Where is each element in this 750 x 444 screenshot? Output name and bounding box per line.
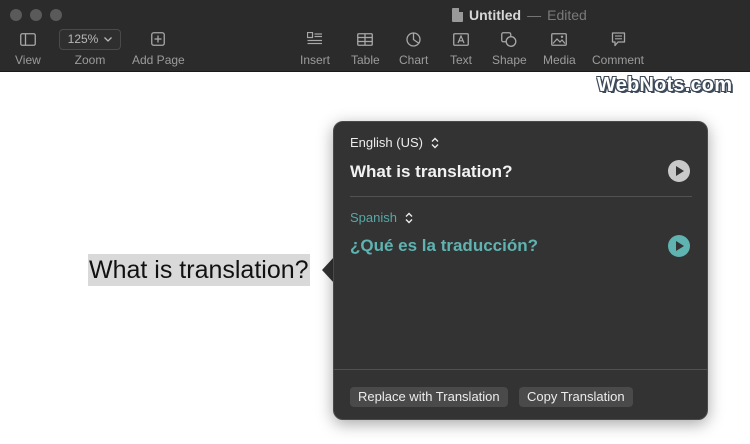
comment-label: Comment [592, 53, 645, 67]
translated-text: ¿Qué es la traducción? [350, 236, 538, 255]
zoom-window-button[interactable] [50, 9, 62, 21]
toolbar: Untitled — Edited View 125% Zoom Add Pag… [0, 0, 750, 72]
translation-popover: English (US) What is translation? Spanis… [333, 121, 708, 420]
play-translation-button[interactable] [668, 235, 690, 257]
zoom-control[interactable]: 125% Zoom [59, 28, 121, 67]
text-label: Text [450, 53, 473, 67]
source-language-label: English (US) [350, 135, 423, 150]
view-label: View [15, 53, 41, 67]
add-page-button[interactable]: Add Page [132, 30, 185, 67]
replace-with-translation-button[interactable]: Replace with Translation [350, 387, 508, 407]
source-text: What is translation? [350, 162, 513, 181]
document-icon [452, 8, 463, 22]
text-box-icon [453, 32, 469, 46]
divider [334, 369, 707, 370]
source-language-selector[interactable]: English (US) [350, 135, 439, 150]
zoom-select[interactable]: 125% [59, 28, 121, 50]
document-name[interactable]: Untitled [469, 7, 521, 23]
table-label: Table [351, 53, 380, 67]
window-title: Untitled — Edited [452, 6, 587, 24]
media-label: Media [543, 53, 576, 67]
chart-icon [406, 31, 421, 47]
minimize-window-button[interactable] [30, 9, 42, 21]
insert-label: Insert [300, 53, 331, 67]
chevron-down-icon [104, 36, 113, 42]
up-down-chevron-icon [405, 212, 413, 223]
chart-button[interactable]: Chart [399, 30, 428, 67]
shape-button[interactable]: Shape [492, 30, 527, 67]
table-button[interactable]: Table [351, 30, 380, 67]
add-page-icon [151, 32, 166, 46]
comment-icon [611, 31, 625, 46]
play-source-button[interactable] [668, 160, 690, 182]
close-window-button[interactable] [10, 9, 22, 21]
shape-label: Shape [492, 53, 527, 67]
edited-status: Edited [547, 7, 587, 23]
shape-icon [501, 31, 517, 47]
divider [350, 196, 692, 197]
photo-icon [551, 32, 568, 46]
sidebar-icon [19, 32, 36, 46]
view-button[interactable]: View [15, 30, 41, 67]
chart-label: Chart [399, 53, 429, 67]
play-icon [676, 241, 684, 251]
title-separator: — [527, 7, 542, 23]
webnots-watermark: WebNots.com [597, 74, 733, 96]
insert-icon [307, 32, 322, 45]
up-down-chevron-icon [431, 137, 439, 148]
selected-document-text[interactable]: What is translation? [88, 254, 310, 286]
insert-button[interactable]: Insert [300, 30, 330, 67]
play-icon [676, 166, 684, 176]
target-language-label: Spanish [350, 210, 397, 225]
zoom-label: Zoom [74, 53, 106, 67]
add-page-label: Add Page [132, 53, 185, 67]
comment-button[interactable]: Comment [592, 30, 644, 67]
copy-translation-button[interactable]: Copy Translation [519, 387, 633, 407]
zoom-value: 125% [67, 32, 99, 46]
text-button[interactable]: Text [450, 30, 472, 67]
target-language-selector[interactable]: Spanish [350, 210, 413, 225]
table-icon [357, 32, 374, 46]
media-button[interactable]: Media [543, 30, 576, 67]
